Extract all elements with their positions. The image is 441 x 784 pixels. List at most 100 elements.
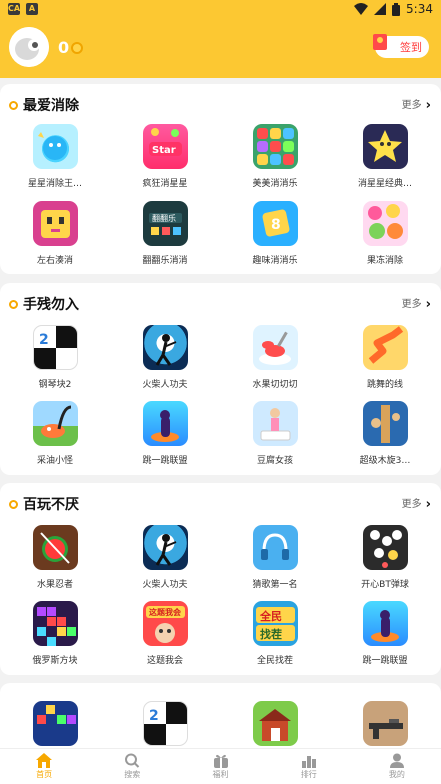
game-item[interactable]: 这题我会 这题我会 xyxy=(125,601,205,666)
more-label: 更多 xyxy=(401,100,422,111)
game-item[interactable]: 美美消消乐 xyxy=(235,124,315,189)
game-name: 火柴人功夫 xyxy=(142,380,188,390)
tab-home[interactable]: 首页 xyxy=(0,749,88,784)
search-icon xyxy=(125,753,140,768)
game-name: 火柴人功夫 xyxy=(142,580,188,590)
notification-icon: A xyxy=(26,3,38,15)
game-item[interactable]: 8 趣味消消乐 xyxy=(235,201,315,266)
game-item[interactable] xyxy=(15,701,95,746)
section-title: 最爱消除 xyxy=(23,98,79,114)
svg-text:找茬: 找茬 xyxy=(260,627,282,641)
game-item[interactable]: 星星消除王… xyxy=(15,124,95,189)
game-icon xyxy=(362,325,408,370)
battery-icon xyxy=(392,2,401,16)
game-item[interactable]: 火柴人功夫 xyxy=(125,525,205,590)
red-envelope-icon xyxy=(373,34,387,50)
game-item[interactable]: 翻翻乐 翻翻乐消消 xyxy=(125,201,205,266)
tab-me[interactable]: 我的 xyxy=(353,749,441,784)
game-item[interactable]: 超级木旋3… xyxy=(345,401,425,466)
coin-icon xyxy=(71,41,84,54)
game-icon xyxy=(32,124,78,169)
more-link[interactable]: 更多 › xyxy=(402,495,431,515)
game-icon xyxy=(252,701,298,746)
top-header: CA A 5:34 0 签到 xyxy=(0,0,441,78)
game-item[interactable]: 跳一跳联盟 xyxy=(125,401,205,466)
game-icon xyxy=(362,701,408,746)
game-item[interactable] xyxy=(345,701,425,746)
game-item[interactable]: 火柴人功夫 xyxy=(125,325,205,390)
avatar-icon xyxy=(9,27,49,67)
tab-label: 我的 xyxy=(388,770,405,779)
game-item[interactable] xyxy=(235,701,315,746)
bottom-tab-bar: 首页 搜索 福利 排行 我的 xyxy=(0,748,441,784)
game-item[interactable]: 俄罗斯方块 xyxy=(15,601,95,666)
game-item[interactable]: 采油小怪 xyxy=(15,401,95,466)
game-item[interactable]: 猜歌第一名 xyxy=(235,525,315,590)
section-title: 手残勿入 xyxy=(23,297,79,313)
game-name: 美美消消乐 xyxy=(252,179,298,189)
gift-icon xyxy=(213,754,228,768)
game-icon: 全民 找茬 xyxy=(252,601,298,646)
game-item[interactable]: 跳舞的线 xyxy=(345,325,425,390)
game-item[interactable]: 豆腐女孩 xyxy=(235,401,315,466)
game-name: 水果切切切 xyxy=(252,380,298,390)
home-icon xyxy=(36,753,53,768)
game-item[interactable]: 水果切切切 xyxy=(235,325,315,390)
svg-text:这题我会: 这题我会 xyxy=(149,607,181,617)
game-item[interactable]: 开心BT弹球 xyxy=(345,525,425,590)
game-name: 左右湊消 xyxy=(36,256,73,266)
game-item[interactable]: 2 xyxy=(125,701,205,746)
game-name: 超级木旋3… xyxy=(359,456,411,466)
tab-label: 首页 xyxy=(36,770,53,779)
coin-balance[interactable]: 0 xyxy=(58,38,84,57)
game-item[interactable]: 水果忍者 xyxy=(15,525,95,590)
avatar[interactable] xyxy=(9,27,49,67)
svg-text:8: 8 xyxy=(271,217,281,233)
more-label: 更多 xyxy=(401,299,422,310)
more-link[interactable]: 更多 › xyxy=(402,295,431,315)
game-icon xyxy=(362,601,408,646)
more-link[interactable]: 更多 › xyxy=(402,96,431,116)
game-item[interactable]: 2 钢琴块2 xyxy=(15,325,95,390)
game-icon: 8 xyxy=(252,201,298,246)
tab-label: 排行 xyxy=(300,770,317,779)
svg-text:全民: 全民 xyxy=(259,609,282,623)
game-name: 跳一跳联盟 xyxy=(142,456,188,466)
signin-button[interactable]: 签到 xyxy=(373,34,429,58)
game-name: 翻翻乐消消 xyxy=(142,256,188,266)
game-icon: 翻翻乐 xyxy=(142,201,188,246)
game-icon xyxy=(362,525,408,570)
game-name: 果冻消除 xyxy=(366,256,403,266)
game-item[interactable]: Star 疯狂消星星 xyxy=(125,124,205,189)
tab-search[interactable]: 搜索 xyxy=(88,749,176,784)
section-favorites: 最爱消除 更多 › 星星消除王… Star 疯狂消星星 美美消消乐 消星星经典…… xyxy=(0,84,441,274)
game-item[interactable]: 消星星经典… xyxy=(345,124,425,189)
game-name: 星星消除王… xyxy=(27,179,82,189)
tab-welfare[interactable]: 福利 xyxy=(176,749,264,784)
signal-icon xyxy=(374,3,387,15)
svg-text:翻翻乐: 翻翻乐 xyxy=(152,213,176,223)
section-evergreen: 百玩不厌 更多 › 水果忍者 火柴人功夫 猜歌第一名 开心BT弹球 俄罗斯方块 xyxy=(0,483,441,675)
game-name: 猜歌第一名 xyxy=(252,580,298,590)
coin-count: 0 xyxy=(58,38,70,57)
game-item[interactable]: 左右湊消 xyxy=(15,201,95,266)
tab-label: 搜索 xyxy=(124,770,141,779)
game-icon xyxy=(32,201,78,246)
game-item[interactable]: 全民 找茬 全民找茬 xyxy=(235,601,315,666)
game-icon xyxy=(142,401,188,446)
game-item[interactable]: 果冻消除 xyxy=(345,201,425,266)
game-name: 钢琴块2 xyxy=(38,380,72,390)
svg-text:2: 2 xyxy=(149,708,159,724)
status-time: 5:34 xyxy=(406,2,433,16)
game-name: 豆腐女孩 xyxy=(256,456,293,466)
game-name: 水果忍者 xyxy=(36,580,73,590)
game-item[interactable]: 跳一跳联盟 xyxy=(345,601,425,666)
game-name: 趣味消消乐 xyxy=(252,256,298,266)
tab-ranking[interactable]: 排行 xyxy=(265,749,353,784)
game-name: 采油小怪 xyxy=(36,456,73,466)
game-name: 消星星经典… xyxy=(357,179,412,189)
game-icon xyxy=(142,325,188,370)
game-name: 跳舞的线 xyxy=(366,380,403,390)
section-bullet-icon xyxy=(9,500,18,509)
game-name: 这题我会 xyxy=(146,656,183,666)
